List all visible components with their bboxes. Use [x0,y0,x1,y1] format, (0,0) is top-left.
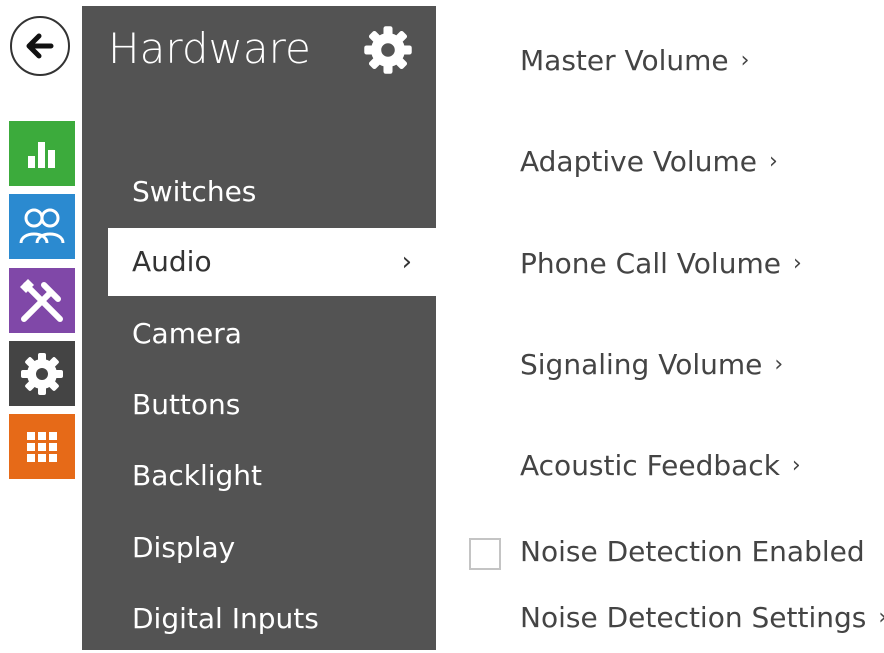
users-icon [19,208,65,243]
noise-detection-checkbox[interactable] [469,538,501,570]
link-label: Signaling Volume [520,348,763,381]
chevron-right-icon: › [401,247,412,277]
directory-tile[interactable] [9,194,75,259]
menu-item-display[interactable]: Display [82,514,436,582]
menu-item-audio[interactable]: Audio › [108,228,436,296]
status-tile[interactable] [9,121,75,186]
menu-item-switches[interactable]: Switches [82,158,436,226]
nav-rail [0,0,80,650]
grid-icon [27,431,57,462]
noise-detection-settings-link[interactable]: Noise Detection Settings › [520,601,884,634]
link-label: Phone Call Volume [520,247,781,280]
menu-item-buttons[interactable]: Buttons [82,371,436,439]
gear-icon [364,26,412,74]
menu-item-backlight[interactable]: Backlight [82,442,436,510]
master-volume-link[interactable]: Master Volume › [520,44,749,77]
chevron-right-icon: › [791,453,801,478]
chevron-right-icon: › [774,352,784,377]
noise-detection-enabled-label: Noise Detection Enabled [520,535,865,568]
adaptive-volume-link[interactable]: Adaptive Volume › [520,145,778,178]
hardware-menu-panel: Hardware Switches Audio › Camera Buttons… [82,6,436,650]
back-button[interactable] [10,16,70,76]
tools-icon [20,278,63,322]
menu-item-label: Audio [132,245,212,278]
acoustic-feedback-link[interactable]: Acoustic Feedback › [520,449,801,482]
back-arrow-icon [26,33,54,59]
link-label: Adaptive Volume [520,145,757,178]
hardware-tile[interactable] [9,341,75,406]
chevron-right-icon: › [792,251,802,276]
panel-title: Hardware [108,24,311,73]
chevron-right-icon: › [740,48,750,73]
services-tile[interactable] [9,268,75,333]
chart-icon [28,141,55,168]
link-label: Noise Detection Settings [520,601,867,634]
chevron-right-icon: › [768,149,778,174]
menu-item-digital-inputs[interactable]: Digital Inputs [82,585,436,653]
link-label: Master Volume [520,44,729,77]
gear-icon [21,352,63,395]
signaling-volume-link[interactable]: Signaling Volume › [520,348,783,381]
phone-call-volume-link[interactable]: Phone Call Volume › [520,247,802,280]
link-label: Acoustic Feedback [520,449,780,482]
apps-tile[interactable] [9,414,75,479]
chevron-right-icon: › [878,605,884,630]
menu-item-camera[interactable]: Camera [82,300,436,368]
